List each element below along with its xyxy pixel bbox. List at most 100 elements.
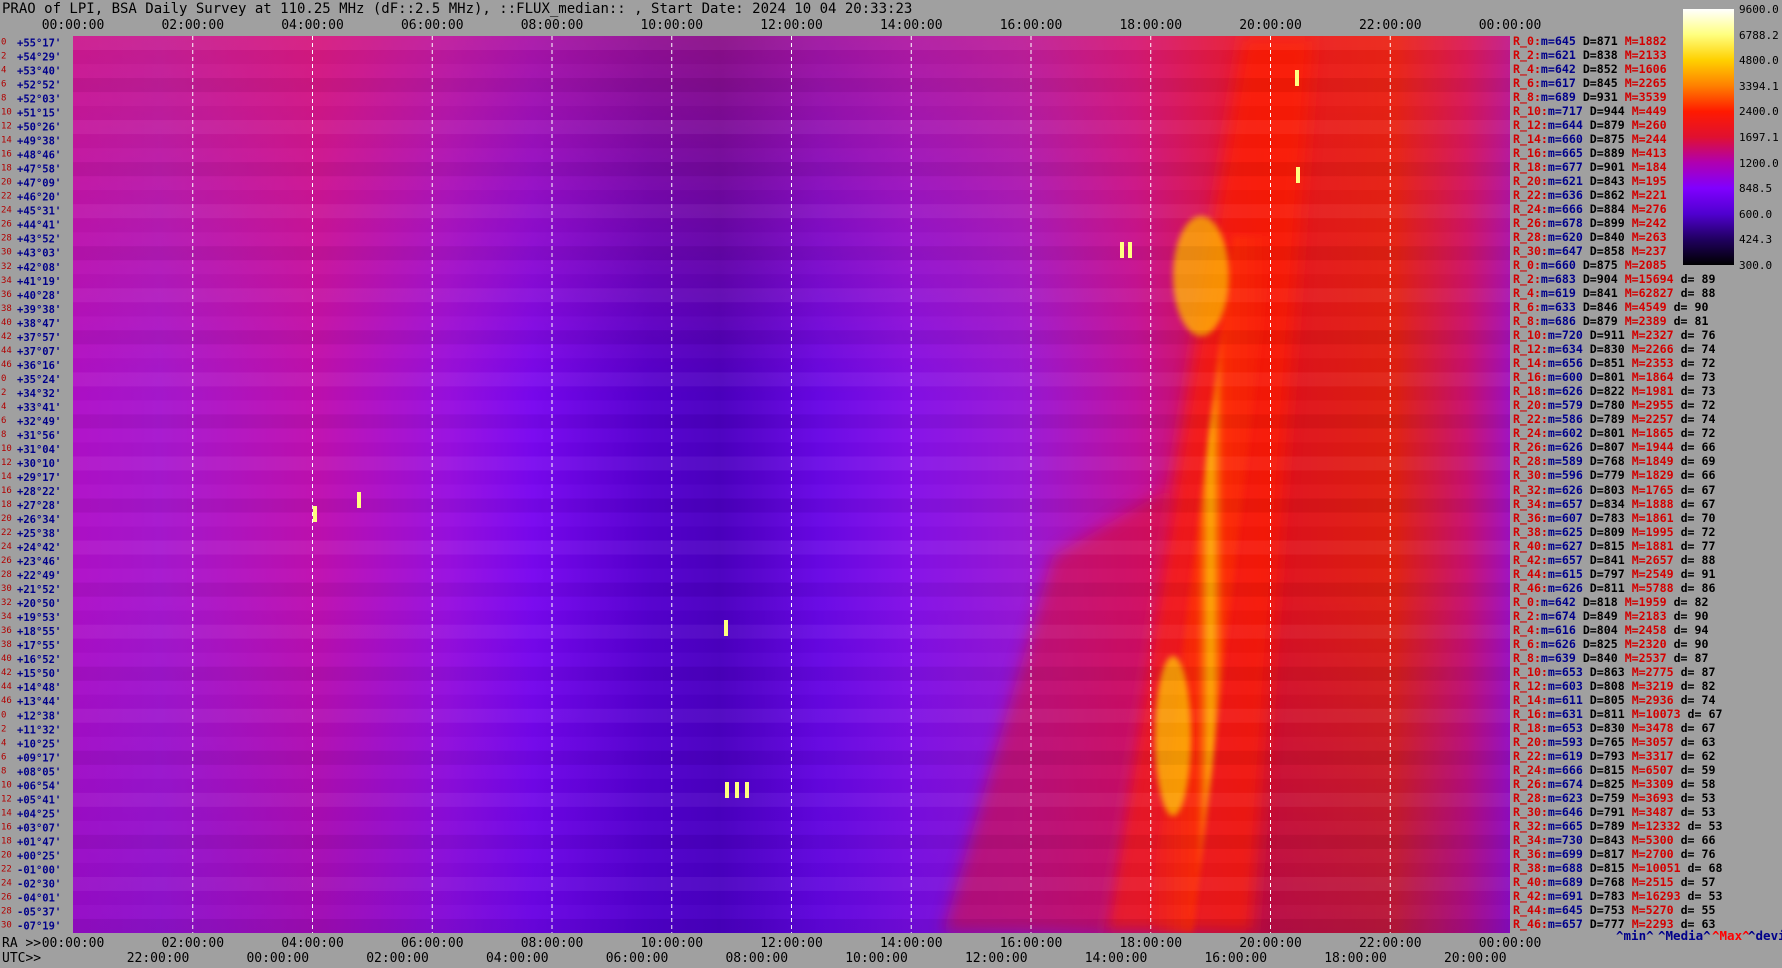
top-tick-label: 04:00:00	[281, 18, 344, 33]
beam-stripe	[73, 779, 1510, 793]
stat-max: M=242	[1631, 216, 1667, 231]
stat-min: m=579	[1547, 398, 1583, 413]
ra-tick-label: 00:00:00	[1478, 936, 1542, 951]
beam-number: 32	[1, 598, 12, 608]
legend-max: ^Max^	[1712, 928, 1750, 943]
beam-stat-row: R_18:m=677 D=901 M=184	[1513, 160, 1674, 174]
stat-dev: d= 88	[1680, 552, 1716, 567]
beam-stripe	[73, 624, 1510, 639]
beam-number: 20	[1, 850, 12, 860]
stat-med: D=803	[1589, 482, 1625, 497]
declination-label: +09°17'	[17, 752, 61, 764]
beam-stripe	[73, 513, 1510, 527]
declination-label: +36°16'	[17, 360, 61, 372]
beam-stripe	[73, 162, 1510, 177]
stat-beam: R_20:	[1513, 398, 1548, 413]
beam-stat-row: R_4:m=619 D=841 M=62827 d= 88	[1513, 286, 1715, 300]
stat-max: M=1959	[1624, 594, 1667, 609]
declination-label: +06°54'	[17, 780, 61, 792]
top-tick-label: 22:00:00	[1358, 18, 1422, 33]
radio-source	[735, 782, 739, 798]
beam-stat-row: R_16:m=665 D=889 M=413	[1513, 146, 1674, 160]
top-tick-label: 02:00:00	[161, 18, 225, 33]
stat-max: M=1849	[1631, 454, 1674, 469]
stat-max: M=1865	[1631, 426, 1674, 441]
beam-stat-row: R_10:m=653 D=863 M=2775 d= 87	[1513, 665, 1715, 679]
stat-med: D=846	[1582, 300, 1618, 315]
stat-beam: R_34:	[1513, 496, 1548, 511]
stat-med: D=808	[1589, 678, 1625, 693]
beam-stripe	[73, 723, 1510, 737]
beam-stat-row: R_16:m=631 D=811 M=10073 d= 67	[1513, 707, 1722, 721]
radio-source	[357, 492, 361, 508]
beam-stripe	[73, 582, 1510, 597]
stat-med: D=904	[1582, 272, 1618, 287]
beam-number: 30	[1, 248, 12, 258]
stat-min: m=621	[1540, 48, 1576, 63]
stat-max: M=16293	[1631, 888, 1681, 903]
stat-min: m=636	[1547, 188, 1583, 203]
stat-dev: d= 72	[1680, 524, 1716, 539]
stat-min: m=689	[1540, 90, 1576, 105]
beam-stat-row: R_22:m=636 D=862 M=221	[1513, 188, 1674, 202]
stat-max: M=263	[1631, 230, 1667, 245]
beam-stat-row: R_38:m=688 D=815 M=10051 d= 68	[1513, 861, 1722, 875]
beam-stripe	[73, 316, 1510, 330]
stat-min: m=645	[1540, 34, 1576, 48]
beam-number: 20	[1, 178, 12, 188]
beam-stripe	[73, 708, 1510, 723]
stat-min: m=646	[1547, 804, 1583, 819]
stat-max: M=2353	[1631, 356, 1674, 371]
stat-dev: d= 90	[1673, 608, 1709, 623]
stat-med: D=753	[1589, 902, 1625, 917]
declination-label: +04°25'	[17, 808, 61, 820]
stat-med: D=889	[1589, 146, 1625, 161]
stat-min: m=607	[1547, 510, 1583, 525]
top-tick-label: 06:00:00	[400, 18, 464, 33]
beam-stripe	[73, 821, 1510, 835]
stat-dev: d= 67	[1687, 706, 1723, 721]
stat-med: D=801	[1589, 370, 1625, 385]
declination-label: +45°31'	[17, 206, 61, 218]
sky-survey-heatmap	[73, 36, 1510, 933]
stat-min: m=631	[1547, 706, 1583, 721]
beam-stripe	[73, 428, 1510, 442]
radio-source	[313, 506, 317, 522]
beam-stat-row: R_30:m=646 D=791 M=3487 d= 53	[1513, 805, 1715, 819]
stat-med: D=911	[1589, 328, 1625, 343]
stat-beam: R_42:	[1513, 552, 1548, 567]
beam-number: 12	[1, 458, 12, 468]
beam-stat-row: R_14:m=611 D=805 M=2936 d= 74	[1513, 693, 1715, 707]
stat-max: M=1882	[1624, 34, 1667, 48]
stat-min: m=653	[1547, 664, 1583, 679]
stat-beam: R_6:	[1513, 636, 1541, 651]
stat-dev: d= 67	[1680, 720, 1716, 735]
stat-beam: R_26:	[1513, 776, 1548, 791]
ra-axis-label: RA >>	[2, 936, 42, 951]
stat-med: D=879	[1582, 314, 1618, 329]
beam-stat-row: R_20:m=593 D=765 M=3057 d= 63	[1513, 735, 1715, 749]
beam-stripe	[73, 792, 1510, 807]
stat-beam: R_24:	[1513, 762, 1548, 777]
stat-max: M=2266	[1631, 342, 1674, 357]
beam-stripe	[73, 876, 1510, 891]
stat-max: M=12332	[1631, 818, 1681, 833]
beam-stripe	[73, 540, 1510, 555]
stat-beam: R_28:	[1513, 790, 1548, 805]
stat-min: m=653	[1547, 720, 1583, 735]
stat-min: m=660	[1540, 258, 1576, 273]
stat-beam: R_38:	[1513, 524, 1548, 539]
declination-label: +52°03'	[17, 94, 61, 106]
declination-label: +43°52'	[17, 234, 61, 246]
stat-max: M=2700	[1631, 846, 1674, 861]
beam-number: 12	[1, 122, 12, 132]
stat-dev: d= 53	[1680, 804, 1716, 819]
declination-label: +31°56'	[17, 430, 61, 442]
beam-number: 26	[1, 220, 12, 230]
beam-stripe	[73, 681, 1510, 695]
stat-max: M=184	[1631, 160, 1667, 175]
beam-stripe	[73, 807, 1510, 821]
stat-beam: R_22:	[1513, 748, 1548, 763]
stat-beam: R_4:	[1513, 286, 1541, 301]
stat-min: m=717	[1547, 104, 1583, 119]
